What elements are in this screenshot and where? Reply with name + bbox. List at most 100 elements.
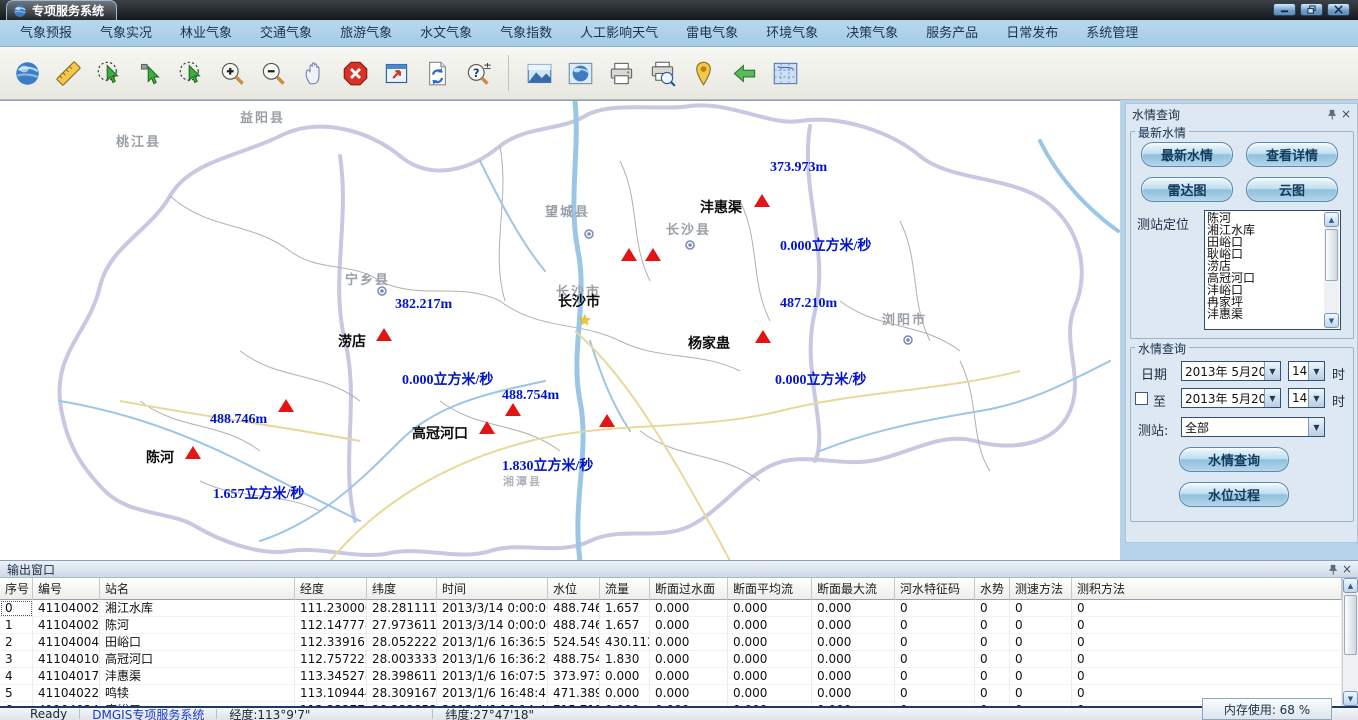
station-marker-icon[interactable]	[376, 328, 392, 341]
pan-hand-icon[interactable]	[299, 58, 329, 88]
table-row[interactable]: 541104022鸣犊113.10944428.3091672013/1/6 1…	[0, 685, 1342, 702]
scroll-down-icon[interactable]: ▼	[1343, 691, 1358, 706]
fit-window-icon[interactable]	[381, 58, 411, 88]
column-header[interactable]: 纬度	[367, 578, 437, 600]
scroll-thumb[interactable]	[1344, 595, 1357, 655]
table-row[interactable]: 341104010高冠河口112.75722228.0033332013/1/6…	[0, 651, 1342, 668]
chevron-down-icon[interactable]: ▼	[1308, 362, 1324, 380]
scroll-up-icon[interactable]: ▲	[1343, 578, 1358, 593]
identify-icon[interactable]: ?±	[463, 58, 493, 88]
map-canvas[interactable]: 益阳县桃江县宁乡县望城县长沙县长沙市浏阳市湘潭县沣惠渠长沙市杨家蛊涝店陈河高冠河…	[0, 100, 1120, 560]
station-marker-icon[interactable]	[278, 399, 294, 412]
column-header[interactable]: 站名	[100, 578, 295, 600]
hour-to-select[interactable]: 14▼	[1288, 388, 1325, 408]
menu-item[interactable]: 气象预报	[6, 20, 86, 47]
scroll-thumb[interactable]	[1325, 229, 1338, 281]
station-marker-icon[interactable]	[754, 194, 770, 207]
table-row[interactable]: 241104004田峪口112.33916728.0522222013/1/6 …	[0, 634, 1342, 651]
overview-map-icon[interactable]	[770, 58, 800, 88]
listbox-scrollbar[interactable]: ▲ ▼	[1324, 212, 1339, 328]
menu-item[interactable]: 系统管理	[1072, 20, 1152, 47]
water-query-button[interactable]: 水情查询	[1179, 447, 1289, 472]
select-circle-icon[interactable]	[176, 58, 206, 88]
station-marker-icon[interactable]	[185, 446, 201, 459]
chevron-down-icon[interactable]: ▼	[1308, 389, 1324, 407]
menu-item[interactable]: 交通气象	[246, 20, 326, 47]
refresh-icon[interactable]	[422, 58, 452, 88]
scroll-down-icon[interactable]: ▼	[1324, 313, 1339, 328]
chevron-down-icon[interactable]: ▼	[1264, 362, 1280, 380]
close-button[interactable]	[1327, 3, 1350, 16]
stop-icon[interactable]	[340, 58, 370, 88]
column-header[interactable]: 断面平均流	[728, 578, 812, 600]
station-marker-icon[interactable]	[621, 248, 637, 261]
column-header[interactable]: 河水特征码	[895, 578, 975, 600]
latest-water-button[interactable]: 最新水情	[1141, 142, 1233, 167]
menu-item[interactable]: 旅游气象	[326, 20, 406, 47]
station-marker-icon[interactable]	[645, 248, 661, 261]
view-details-button[interactable]: 查看详情	[1246, 142, 1338, 167]
chevron-down-icon[interactable]: ▼	[1308, 418, 1324, 436]
column-header[interactable]: 测速方法	[1010, 578, 1072, 600]
measure-ruler-icon[interactable]	[53, 58, 83, 88]
table-header[interactable]: 序号编号站名经度纬度时间水位流量断面过水面断面平均流断面最大流河水特征码水势测速…	[0, 578, 1342, 600]
column-header[interactable]: 测积方法	[1072, 578, 1342, 600]
restore-button[interactable]	[1300, 3, 1323, 16]
world-view-icon[interactable]	[565, 58, 595, 88]
water-level-process-button[interactable]: 水位过程	[1179, 482, 1289, 507]
station-marker-icon[interactable]	[755, 330, 771, 343]
menu-item[interactable]: 决策气象	[832, 20, 912, 47]
table-scrollbar[interactable]: ▲ ▼	[1342, 578, 1358, 706]
menu-item[interactable]: 气象实况	[86, 20, 166, 47]
menu-item[interactable]: 环境气象	[752, 20, 832, 47]
column-header[interactable]: 经度	[295, 578, 367, 600]
print-preview-icon[interactable]	[647, 58, 677, 88]
column-header[interactable]: 断面最大流	[812, 578, 895, 600]
previous-view-icon[interactable]	[729, 58, 759, 88]
globe-icon[interactable]	[12, 58, 42, 88]
list-item[interactable]: 沣惠渠	[1207, 308, 1324, 320]
station-marker-icon[interactable]	[505, 403, 521, 416]
date-to-select[interactable]: 2013年 5月20日▼	[1181, 388, 1281, 408]
menu-item[interactable]: 服务产品	[912, 20, 992, 47]
chevron-down-icon[interactable]: ▼	[1264, 389, 1280, 407]
cloud-image-button[interactable]: 云图	[1246, 177, 1338, 202]
pin-icon[interactable]	[1325, 107, 1339, 121]
column-header[interactable]: 时间	[437, 578, 548, 600]
menu-item[interactable]: 日常发布	[992, 20, 1072, 47]
to-date-checkbox[interactable]	[1135, 392, 1148, 405]
menu-item[interactable]: 水文气象	[406, 20, 486, 47]
image-swipe-icon[interactable]	[524, 58, 554, 88]
column-header[interactable]: 水势	[975, 578, 1010, 600]
select-features-icon[interactable]	[94, 58, 124, 88]
station-select[interactable]: 全部▼	[1181, 417, 1325, 437]
radar-chart-button[interactable]: 雷达图	[1141, 177, 1233, 202]
menu-item[interactable]: 人工影响天气	[566, 20, 672, 47]
menu-item[interactable]: 气象指数	[486, 20, 566, 47]
select-arrow-icon[interactable]	[135, 58, 165, 88]
hour-from-select[interactable]: 14▼	[1288, 361, 1325, 381]
table-row[interactable]: 441104017沣惠渠113.34527828.3986112013/1/6 …	[0, 668, 1342, 685]
zoom-out-icon[interactable]	[258, 58, 288, 88]
panel-close-icon[interactable]: ×	[1340, 562, 1354, 576]
minimize-button[interactable]	[1273, 3, 1296, 16]
table-row[interactable]: 041104002湘江水库111.23000028.2811112013/3/1…	[0, 600, 1342, 617]
column-header[interactable]: 序号	[0, 578, 33, 600]
station-marker-icon[interactable]	[479, 421, 495, 434]
table-row[interactable]: 141104002陈河112.14777827.9736112013/3/14 …	[0, 617, 1342, 634]
menu-item[interactable]: 雷电气象	[672, 20, 752, 47]
menu-item[interactable]: 林业气象	[166, 20, 246, 47]
panel-close-icon[interactable]: ×	[1339, 107, 1353, 121]
scroll-up-icon[interactable]: ▲	[1324, 212, 1339, 227]
column-header[interactable]: 流量	[600, 578, 650, 600]
pin-icon[interactable]	[1326, 562, 1340, 576]
column-header[interactable]: 编号	[33, 578, 100, 600]
column-header[interactable]: 断面过水面	[650, 578, 728, 600]
locate-pin-icon[interactable]	[688, 58, 718, 88]
date-from-select[interactable]: 2013年 5月20日▼	[1181, 361, 1281, 381]
zoom-in-icon[interactable]	[217, 58, 247, 88]
print-icon[interactable]	[606, 58, 636, 88]
station-listbox[interactable]: 陈河湘江水库田峪口耿峪口涝店高冠河口沣峪口冉家坪沣惠渠 ▲ ▼	[1204, 210, 1341, 330]
station-marker-icon[interactable]	[599, 414, 615, 427]
column-header[interactable]: 水位	[548, 578, 600, 600]
